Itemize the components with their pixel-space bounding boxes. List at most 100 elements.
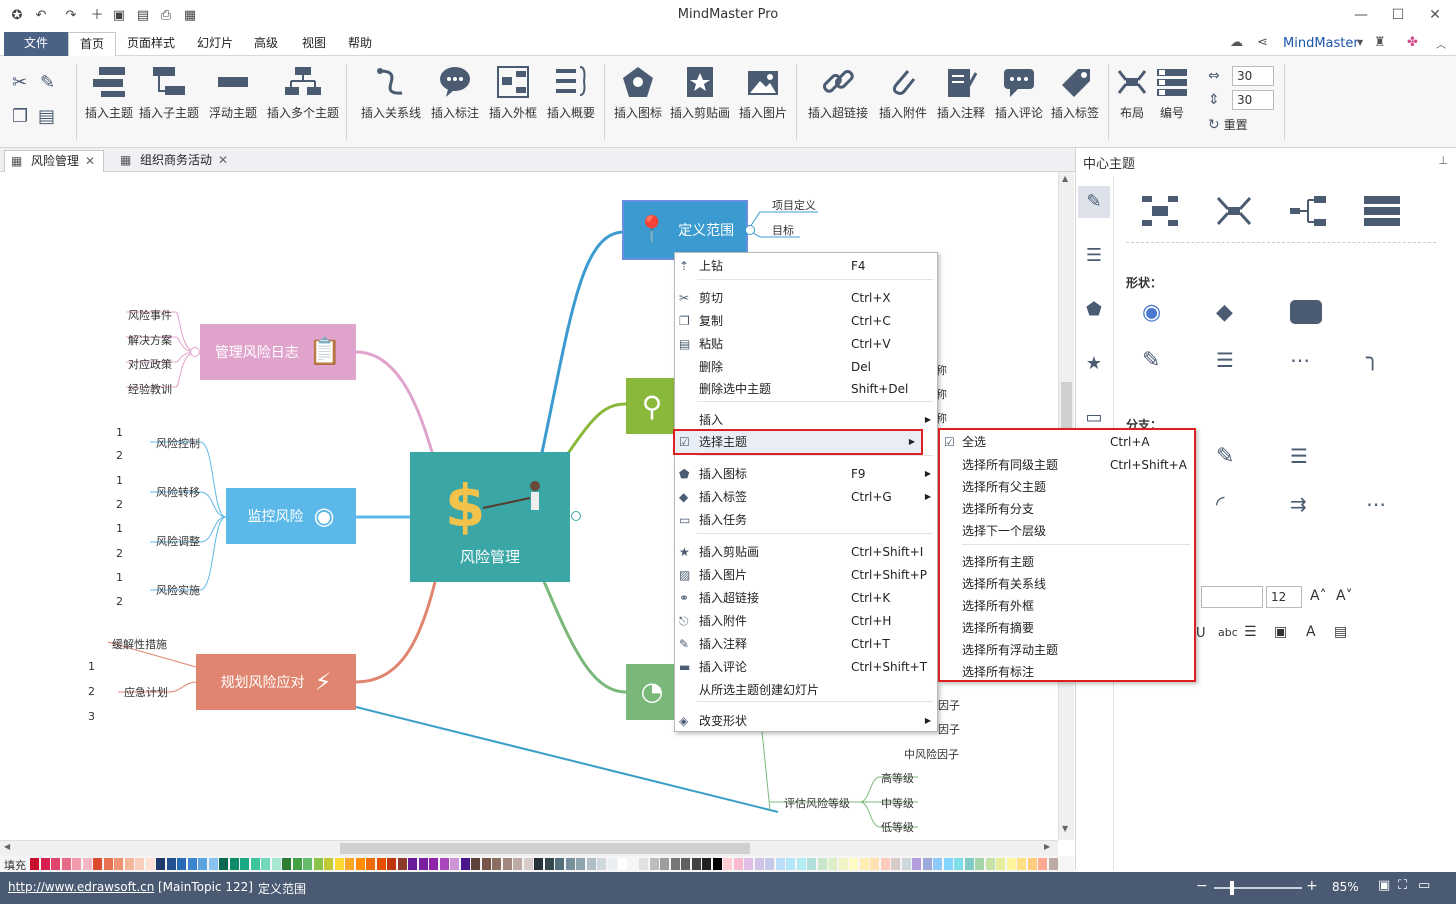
topic-risk-response[interactable]: 规划风险应对 ⚡	[196, 654, 356, 710]
color-swatch[interactable]	[51, 858, 60, 870]
color-swatch[interactable]	[82, 858, 92, 870]
skin-icon[interactable]: ♜	[1374, 35, 1386, 50]
color-swatch[interactable]	[544, 858, 554, 870]
leaf-topic[interactable]: 对应政策	[128, 356, 172, 372]
color-swatch[interactable]	[187, 858, 197, 870]
layout-style-1-icon[interactable]	[1142, 194, 1178, 228]
color-swatch[interactable]	[292, 858, 302, 870]
color-swatch[interactable]	[502, 858, 512, 870]
color-swatch[interactable]	[324, 858, 333, 870]
scroll-up-icon[interactable]: ▲	[1062, 174, 1068, 183]
color-swatch[interactable]	[723, 858, 732, 870]
reset-button[interactable]: ↻ 重置	[1208, 116, 1248, 133]
submenu-item[interactable]: 选择所有父主题	[940, 476, 1194, 498]
color-swatch[interactable]	[744, 858, 753, 870]
copy-icon[interactable]: ❐	[12, 106, 28, 127]
color-swatch[interactable]	[471, 858, 480, 870]
color-swatch[interactable]	[586, 858, 596, 870]
color-swatch[interactable]	[481, 858, 491, 870]
doc-tab-business-activity[interactable]: ▦ 组织商务活动 ✕	[114, 150, 232, 172]
color-swatch[interactable]	[597, 858, 606, 870]
color-swatch[interactable]	[166, 858, 176, 870]
insert-subtopic-button[interactable]: 插入子主题	[138, 62, 200, 121]
menu-advanced[interactable]: 高级	[246, 32, 286, 56]
submenu-item[interactable]: 选择所有浮动主题	[940, 639, 1194, 661]
strikethrough-icon[interactable]: abc	[1218, 626, 1238, 639]
color-swatch[interactable]	[345, 858, 354, 870]
leaf-number[interactable]: 1	[116, 426, 123, 439]
insert-topic-button[interactable]: 插入主题	[80, 62, 138, 121]
increase-font-icon[interactable]: A˄	[1310, 588, 1327, 604]
clipart-tab-icon[interactable]: ★	[1078, 348, 1110, 380]
color-swatch[interactable]	[303, 858, 312, 870]
color-swatch[interactable]	[576, 858, 585, 870]
leaf-number[interactable]: 2	[116, 498, 123, 511]
color-swatch[interactable]	[943, 858, 953, 870]
color-swatch[interactable]	[964, 858, 974, 870]
insert-tag-button[interactable]: 插入标签	[1048, 62, 1102, 121]
color-swatch[interactable]	[219, 858, 228, 870]
zoom-slider[interactable]	[1214, 887, 1302, 889]
paste-icon[interactable]: ▤	[38, 106, 55, 127]
color-swatch[interactable]	[208, 858, 218, 870]
branch-weight-icon[interactable]: ☰	[1290, 444, 1308, 468]
insert-boundary-button[interactable]: 插入外框	[486, 62, 540, 121]
leaf-topic[interactable]: 项目定义	[772, 197, 816, 213]
submenu-item[interactable]: 选择下一个层级	[940, 520, 1194, 542]
outline-tab-icon[interactable]: ☰	[1078, 240, 1110, 272]
account-dropdown-icon[interactable]: ▼	[1357, 38, 1363, 47]
insert-hyperlink-button[interactable]: 插入超链接	[806, 62, 870, 121]
color-swatch[interactable]	[397, 858, 407, 870]
color-swatch[interactable]	[681, 858, 690, 870]
context-menu-item[interactable]: 从所选主题创建幻灯片	[675, 679, 937, 701]
color-swatch[interactable]	[691, 858, 701, 870]
color-swatch[interactable]	[135, 858, 144, 870]
insert-relationship-button[interactable]: 插入关系线	[360, 62, 422, 121]
menu-file[interactable]: 文件	[4, 32, 68, 56]
leaf-topic[interactable]: 风险调整	[156, 533, 200, 549]
color-swatch[interactable]	[198, 858, 207, 870]
doc-tab-risk-management[interactable]: ▦ 风险管理 ✕	[4, 150, 104, 172]
zoom-slider-thumb[interactable]	[1230, 881, 1234, 895]
submenu-item[interactable]: 选择所有同级主题 Ctrl+Shift+A	[940, 454, 1194, 476]
leaf-topic[interactable]: 风险实施	[156, 582, 200, 598]
font-family-select[interactable]	[1201, 586, 1263, 608]
cloud-icon[interactable]: ☁	[1230, 35, 1243, 50]
color-swatch[interactable]	[565, 858, 575, 870]
menu-slides[interactable]: 幻灯片	[190, 32, 240, 56]
border-weight-icon[interactable]: ☰	[1216, 348, 1234, 372]
fill-color-icon[interactable]: ◉	[1142, 300, 1161, 325]
close-window-button[interactable]: ✕	[1420, 4, 1450, 26]
topic-monitor-risk[interactable]: 监控风险 ◉	[226, 488, 356, 544]
context-menu-item[interactable]: ◆ 插入标签 Ctrl+G ▶	[675, 486, 937, 508]
color-swatch[interactable]	[649, 858, 659, 870]
color-swatch[interactable]	[513, 858, 522, 870]
account-name[interactable]: MindMaster	[1283, 36, 1359, 51]
color-swatch[interactable]	[261, 858, 270, 870]
corner-style-icon[interactable]: ╮	[1366, 346, 1379, 371]
menu-view[interactable]: 视图	[294, 32, 334, 56]
color-swatch[interactable]	[660, 858, 669, 870]
layout-style-4-icon[interactable]	[1364, 194, 1400, 228]
color-swatch[interactable]	[712, 858, 722, 870]
color-swatch[interactable]	[807, 858, 816, 870]
color-swatch[interactable]	[313, 858, 323, 870]
context-menu-item[interactable]: ▭ 插入任务	[675, 509, 937, 531]
color-swatch[interactable]	[418, 858, 428, 870]
color-swatch[interactable]	[996, 858, 1005, 870]
insert-comment-button[interactable]: 插入评论	[992, 62, 1046, 121]
leaf-topic[interactable]: 风险事件	[128, 307, 172, 323]
leaf-number[interactable]: 2	[88, 685, 95, 698]
submenu-item[interactable]: 选择所有摘要	[940, 617, 1194, 639]
color-swatch[interactable]	[229, 858, 239, 870]
leaf-topic[interactable]: 风险转移	[156, 484, 200, 500]
layout-button[interactable]: 布局	[1112, 62, 1152, 121]
context-menu-item[interactable]: ❐ 复制 Ctrl+C	[675, 310, 937, 332]
context-menu-item[interactable]: ★ 插入剪贴画 Ctrl+Shift+I	[675, 541, 937, 563]
color-swatch[interactable]	[240, 858, 249, 870]
leaf-number[interactable]: 2	[116, 595, 123, 608]
color-swatch[interactable]	[628, 858, 638, 870]
color-swatch[interactable]	[765, 858, 774, 870]
color-swatch[interactable]	[859, 858, 869, 870]
color-swatch[interactable]	[72, 858, 81, 870]
